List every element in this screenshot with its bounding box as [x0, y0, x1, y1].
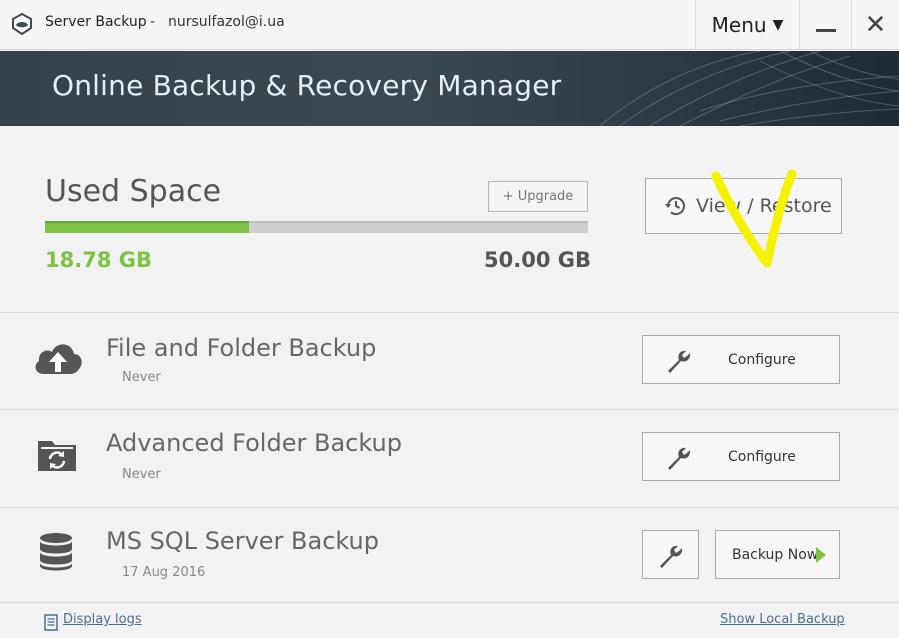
wrench-icon: [668, 350, 691, 373]
close-icon: ✕: [864, 10, 887, 40]
backup-title: File and Folder Backup: [106, 334, 377, 362]
storage-progress-bar: [45, 221, 588, 233]
show-local-backup-link[interactable]: Show Local Backup: [720, 612, 845, 627]
header-banner: Online Backup & Recovery Manager: [0, 51, 899, 126]
backup-status: Never: [122, 370, 161, 385]
menu-label: Menu: [711, 13, 767, 37]
configure-button[interactable]: Configure: [642, 335, 840, 384]
used-space-title: Used Space: [45, 174, 222, 209]
account-email: nursulfazol@i.ua: [168, 14, 285, 30]
wrench-icon: [660, 545, 683, 568]
upgrade-button[interactable]: + Upgrade: [488, 181, 588, 212]
backup-status: Never: [122, 467, 161, 482]
title-bar: Server Backup - nursulfazol@i.ua Menu ▼ …: [0, 0, 899, 50]
backup-now-button[interactable]: Backup Now: [715, 530, 840, 579]
display-logs-link[interactable]: Display logs: [63, 612, 142, 627]
history-icon: [665, 197, 685, 216]
backup-title: MS SQL Server Backup: [106, 527, 379, 555]
divider: [0, 312, 899, 313]
minimize-button[interactable]: [799, 0, 851, 50]
divider: [0, 507, 899, 508]
yellow-check-annotation: [711, 169, 797, 268]
wrench-icon: [668, 447, 691, 470]
app-title: Server Backup: [45, 14, 147, 30]
cloud-upload-icon: [35, 344, 82, 374]
close-button[interactable]: ✕: [851, 0, 899, 50]
configure-label: Configure: [728, 449, 796, 465]
minimize-icon: [815, 28, 836, 32]
backup-status: 17 Aug 2016: [122, 565, 206, 580]
title-separator: -: [150, 14, 156, 30]
database-icon: [40, 533, 72, 571]
backup-title: Advanced Folder Backup: [106, 429, 402, 457]
folder-sync-icon: [38, 441, 76, 471]
menu-button[interactable]: Menu ▼: [695, 0, 799, 50]
banner-title: Online Backup & Recovery Manager: [52, 69, 562, 102]
configure-button[interactable]: Configure: [642, 432, 840, 481]
divider: [0, 602, 899, 603]
play-icon: [816, 547, 826, 563]
used-space-value: 18.78 GB: [45, 248, 152, 272]
configure-label: Configure: [728, 352, 796, 368]
caret-down-icon: ▼: [772, 17, 784, 33]
app-logo-icon: [12, 13, 32, 35]
storage-progress-fill: [45, 221, 249, 233]
backup-now-label: Backup Now: [732, 547, 819, 563]
total-space-value: 50.00 GB: [484, 248, 591, 272]
configure-button[interactable]: [642, 530, 699, 579]
divider: [0, 409, 899, 410]
logs-icon: [44, 614, 58, 631]
